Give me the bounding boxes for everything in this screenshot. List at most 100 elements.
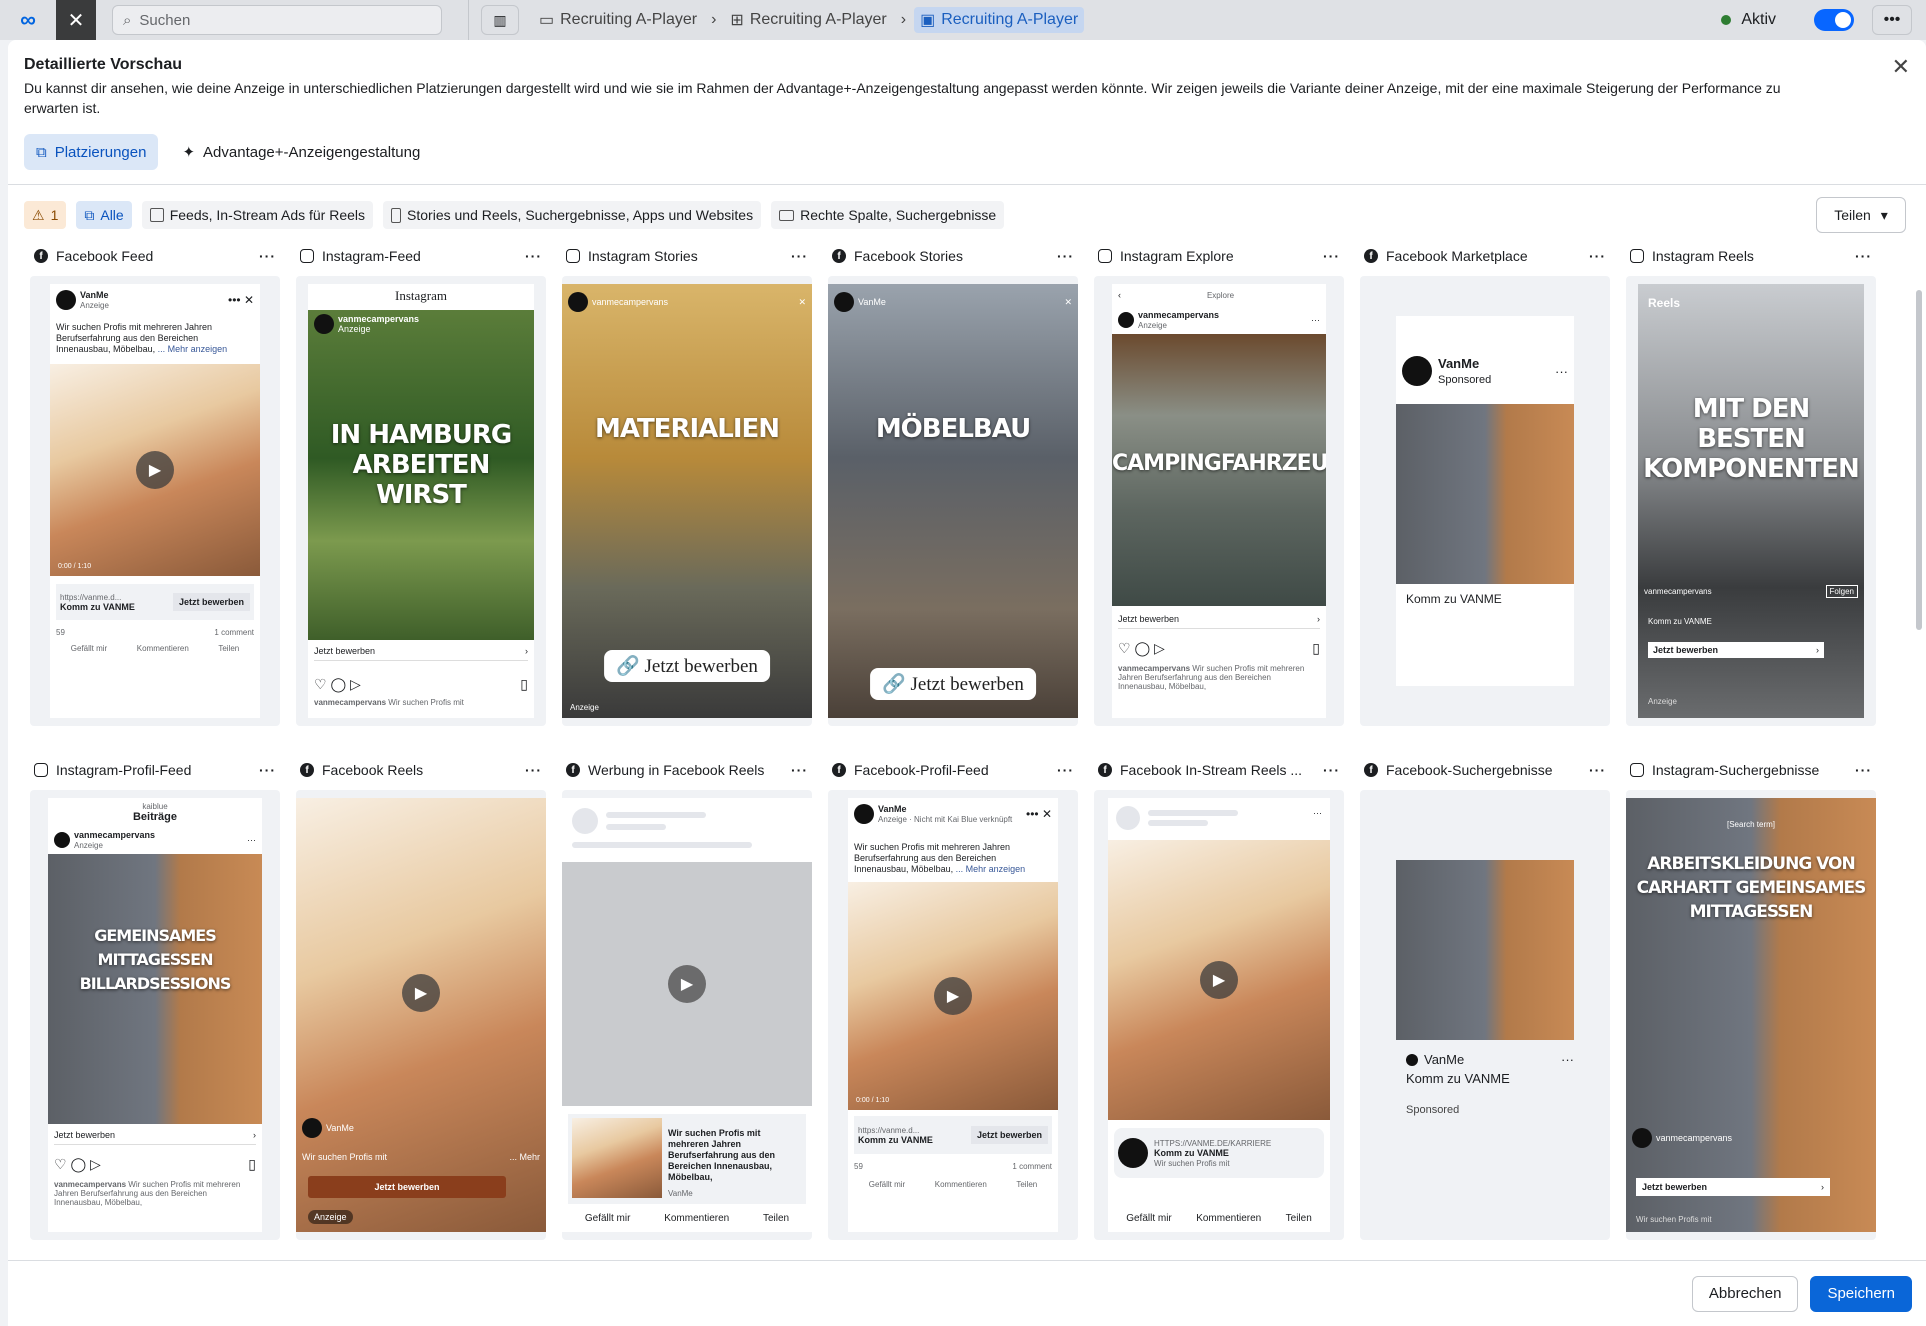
more-close-icon[interactable]: ••• ✕: [1026, 807, 1052, 821]
bookmark-icon[interactable]: ▯: [520, 676, 528, 693]
heart-comment-share-icons[interactable]: ♡ ◯ ▷: [1118, 640, 1165, 657]
ad-video[interactable]: ▶ 0:00 / 1:10: [50, 364, 260, 576]
tab-advantage[interactable]: ✦ Advantage+-Anzeigengestaltung: [170, 134, 432, 170]
play-icon[interactable]: ▶: [1200, 961, 1238, 999]
more-icon[interactable]: ···: [259, 762, 276, 778]
ad-header: VanMe ✕: [834, 292, 1072, 312]
facebook-icon: f: [300, 763, 314, 777]
cta-sticker[interactable]: 🔗 Jetzt bewerben: [604, 650, 770, 682]
cta-sticker[interactable]: 🔗 Jetzt bewerben: [870, 668, 1036, 700]
ad-header: vanmecampervans Anzeige: [314, 314, 528, 334]
ad-preview: ··· ▶ HTTPS://VANME.DE/KARRIERE Komm zu V…: [1108, 798, 1330, 1232]
save-button[interactable]: Speichern: [1810, 1275, 1912, 1312]
close-editor-button[interactable]: ✕: [56, 0, 96, 40]
filter-all[interactable]: ⧉ Alle: [76, 201, 132, 229]
more-icon[interactable]: ···: [525, 762, 542, 778]
sparkle-icon: ✦: [182, 144, 196, 161]
more-icon[interactable]: ···: [1057, 762, 1074, 778]
more-icon[interactable]: ···: [1561, 1052, 1574, 1067]
toggle-panel-button[interactable]: ▥: [481, 5, 519, 35]
play-icon[interactable]: ▶: [668, 965, 706, 1003]
placement-card-facebook-profile-feed[interactable]: f Facebook-Profil-Feed ··· VanMe Anzeige · …: [828, 756, 1078, 1240]
overlay-ad-card[interactable]: Wir suchen Profis mit mehreren Jahren Be…: [568, 1114, 806, 1204]
more-icon[interactable]: ···: [525, 248, 542, 264]
cta-button[interactable]: Jetzt bewerben: [970, 1126, 1048, 1144]
placement-card-instagram-profile-feed[interactable]: Instagram-Profil-Feed ··· kaiblue Beiträge…: [30, 756, 280, 1240]
cta-button[interactable]: Jetzt bewerben: [308, 1176, 506, 1198]
close-icon[interactable]: ✕: [1892, 54, 1910, 80]
search-input[interactable]: ⌕ Suchen: [112, 5, 442, 35]
breadcrumb-campaign[interactable]: ▭ Recruiting A-Player: [533, 7, 703, 33]
more-options-button[interactable]: •••: [1872, 5, 1912, 35]
active-toggle[interactable]: [1814, 9, 1854, 31]
tab-placements[interactable]: ⧉ Platzierungen: [24, 134, 159, 170]
ad-video[interactable]: CAMPINGFAHRZEUGEN: [1112, 334, 1326, 606]
placement-card-facebook-instream-reels[interactable]: f Facebook In-Stream Reels ... ··· ··· ▶ H…: [1094, 756, 1344, 1240]
share-dropdown[interactable]: Teilen ▾: [1816, 197, 1906, 233]
ad-image[interactable]: [1396, 860, 1574, 1040]
play-icon[interactable]: ▶: [934, 977, 972, 1015]
placement-card-instagram-search[interactable]: Instagram-Suchergebnisse ··· [Search term…: [1626, 756, 1876, 1240]
placement-card-instagram-feed[interactable]: Instagram-Feed ··· Instagram vanmecamperv…: [296, 242, 546, 726]
bookmark-icon[interactable]: ▯: [1312, 640, 1320, 657]
instagram-icon: [34, 763, 48, 777]
cancel-button[interactable]: Abbrechen: [1691, 1275, 1799, 1312]
placement-card-instagram-stories[interactable]: Instagram Stories ··· vanmecampervans ✕ MA…: [562, 242, 812, 726]
ad-video[interactable]: vanmecampervans Anzeige IN HAMBURG ARBEIT…: [308, 310, 534, 640]
placement-header: Instagram-Feed ···: [296, 242, 546, 270]
play-icon[interactable]: ▶: [402, 974, 440, 1013]
avatar: [314, 314, 334, 334]
more-icon[interactable]: ···: [791, 762, 808, 778]
heart-comment-share-icons[interactable]: ♡ ◯ ▷: [54, 1156, 101, 1173]
more-icon[interactable]: ···: [1323, 762, 1340, 778]
ad-image[interactable]: [1396, 404, 1574, 584]
scrollbar[interactable]: [1916, 290, 1922, 630]
filter-stories[interactable]: Stories und Reels, Suchergebnisse, Apps …: [383, 201, 762, 229]
breadcrumb-ad[interactable]: ▣ Recruiting A-Player: [914, 7, 1085, 33]
placement-card-facebook-marketplace[interactable]: f Facebook Marketplace ··· VanMe Sponsored ·…: [1360, 242, 1610, 726]
more-icon[interactable]: ···: [1855, 762, 1872, 778]
more-icon[interactable]: ···: [1555, 364, 1568, 379]
placement-card-facebook-search[interactable]: f Facebook-Suchergebnisse ··· VanMe ··· Kom…: [1360, 756, 1610, 1240]
overlay-ad-card[interactable]: HTTPS://VANME.DE/KARRIERE Komm zu VANME Wi…: [1114, 1128, 1324, 1178]
more-icon[interactable]: ···: [791, 248, 808, 264]
more-icon[interactable]: ···: [1313, 808, 1322, 818]
meta-logo-icon[interactable]: ∞: [0, 0, 56, 40]
cta-button[interactable]: Jetzt bewerben: [172, 593, 250, 611]
bookmark-icon[interactable]: ▯: [248, 1156, 256, 1173]
avatar: [56, 290, 76, 310]
placement-card-facebook-reels[interactable]: f Facebook Reels ··· ▶ VanMe Wir suchen Pr…: [296, 756, 546, 1240]
facebook-icon: f: [1364, 249, 1378, 263]
placement-card-facebook-feed[interactable]: f Facebook Feed ··· VanMe Anzeige ••• ✕ Wir …: [30, 242, 280, 726]
ad-video[interactable]: ▶: [1108, 840, 1330, 1120]
divider: [468, 0, 469, 40]
more-icon[interactable]: ···: [1589, 248, 1606, 264]
ad-thumbnail: [572, 1118, 662, 1198]
more-icon[interactable]: ···: [1589, 762, 1606, 778]
play-icon[interactable]: ▶: [136, 451, 174, 489]
placement-card-instagram-reels[interactable]: Instagram Reels ··· Reels MIT DEN BESTEN …: [1626, 242, 1876, 726]
ad-video[interactable]: GEMEINSAMES MITTAGESSEN BILLARDSESSIONS: [48, 854, 262, 1124]
more-icon[interactable]: ···: [1311, 315, 1320, 325]
more-icon[interactable]: ···: [1855, 248, 1872, 264]
filter-feeds[interactable]: Feeds, In-Stream Ads für Reels: [141, 201, 374, 229]
close-icon[interactable]: ✕: [798, 297, 806, 308]
more-icon[interactable]: ···: [259, 248, 276, 264]
more-icon[interactable]: ···: [1323, 248, 1340, 264]
ad-video[interactable]: ▶ 0:00 / 1:10: [848, 882, 1058, 1110]
more-icon[interactable]: ···: [247, 835, 256, 845]
ad-icon: ▣: [920, 12, 936, 29]
back-icon[interactable]: ‹: [1118, 290, 1121, 300]
video-placeholder[interactable]: ▶: [562, 862, 812, 1106]
placement-card-facebook-stories[interactable]: f Facebook Stories ··· VanMe ✕ MÖBELBAU 🔗 J…: [828, 242, 1078, 726]
more-close-icon[interactable]: ••• ✕: [228, 293, 254, 307]
breadcrumb-adset[interactable]: ⊞ Recruiting A-Player: [724, 7, 892, 33]
placement-card-instagram-explore[interactable]: Instagram Explore ··· ‹ Explore vanmecampe…: [1094, 242, 1344, 726]
more-icon[interactable]: ···: [1057, 248, 1074, 264]
warning-filter[interactable]: ⚠ 1: [24, 201, 67, 229]
filter-right-column[interactable]: Rechte Spalte, Suchergebnisse: [771, 201, 1005, 229]
action-bar: Gefällt mir Kommentieren Teilen: [1126, 1213, 1312, 1224]
close-icon[interactable]: ✕: [1064, 297, 1072, 308]
heart-comment-share-icons[interactable]: ♡ ◯ ▷: [314, 676, 361, 693]
placement-card-facebook-reels-ads[interactable]: f Werbung in Facebook Reels ··· ▶ Wir such…: [562, 756, 812, 1240]
